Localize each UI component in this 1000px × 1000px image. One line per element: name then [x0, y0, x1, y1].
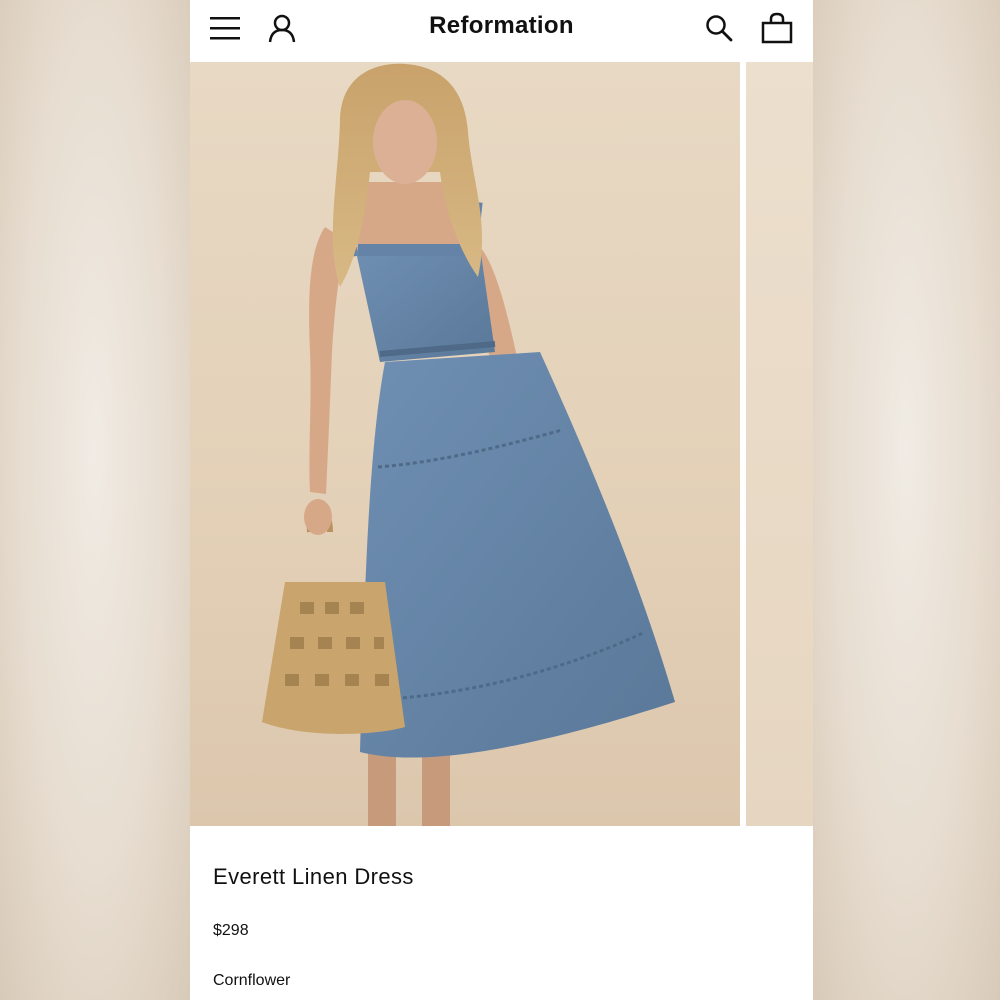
next-product-photo[interactable]: [746, 62, 813, 826]
backdrop-left: [0, 0, 190, 1000]
backdrop-right: [813, 0, 1000, 1000]
phone-screen: Reformation Everett Linen Dress $298 Cor…: [190, 0, 813, 1000]
search-icon: [706, 15, 733, 42]
product-image-carousel[interactable]: [190, 62, 813, 826]
product-price: $298: [213, 922, 249, 939]
top-nav-bar: Reformation: [190, 0, 813, 62]
product-color-name: Cornflower: [213, 972, 291, 989]
model-illustration: [262, 63, 675, 826]
product-photo: [190, 62, 740, 826]
bag-button[interactable]: [759, 10, 795, 46]
search-button[interactable]: [701, 10, 737, 46]
product-name: Everett Linen Dress: [213, 864, 414, 889]
product-info: Everett Linen Dress $298 Cornflower: [190, 826, 813, 1000]
shopping-bag-icon: [761, 12, 793, 44]
